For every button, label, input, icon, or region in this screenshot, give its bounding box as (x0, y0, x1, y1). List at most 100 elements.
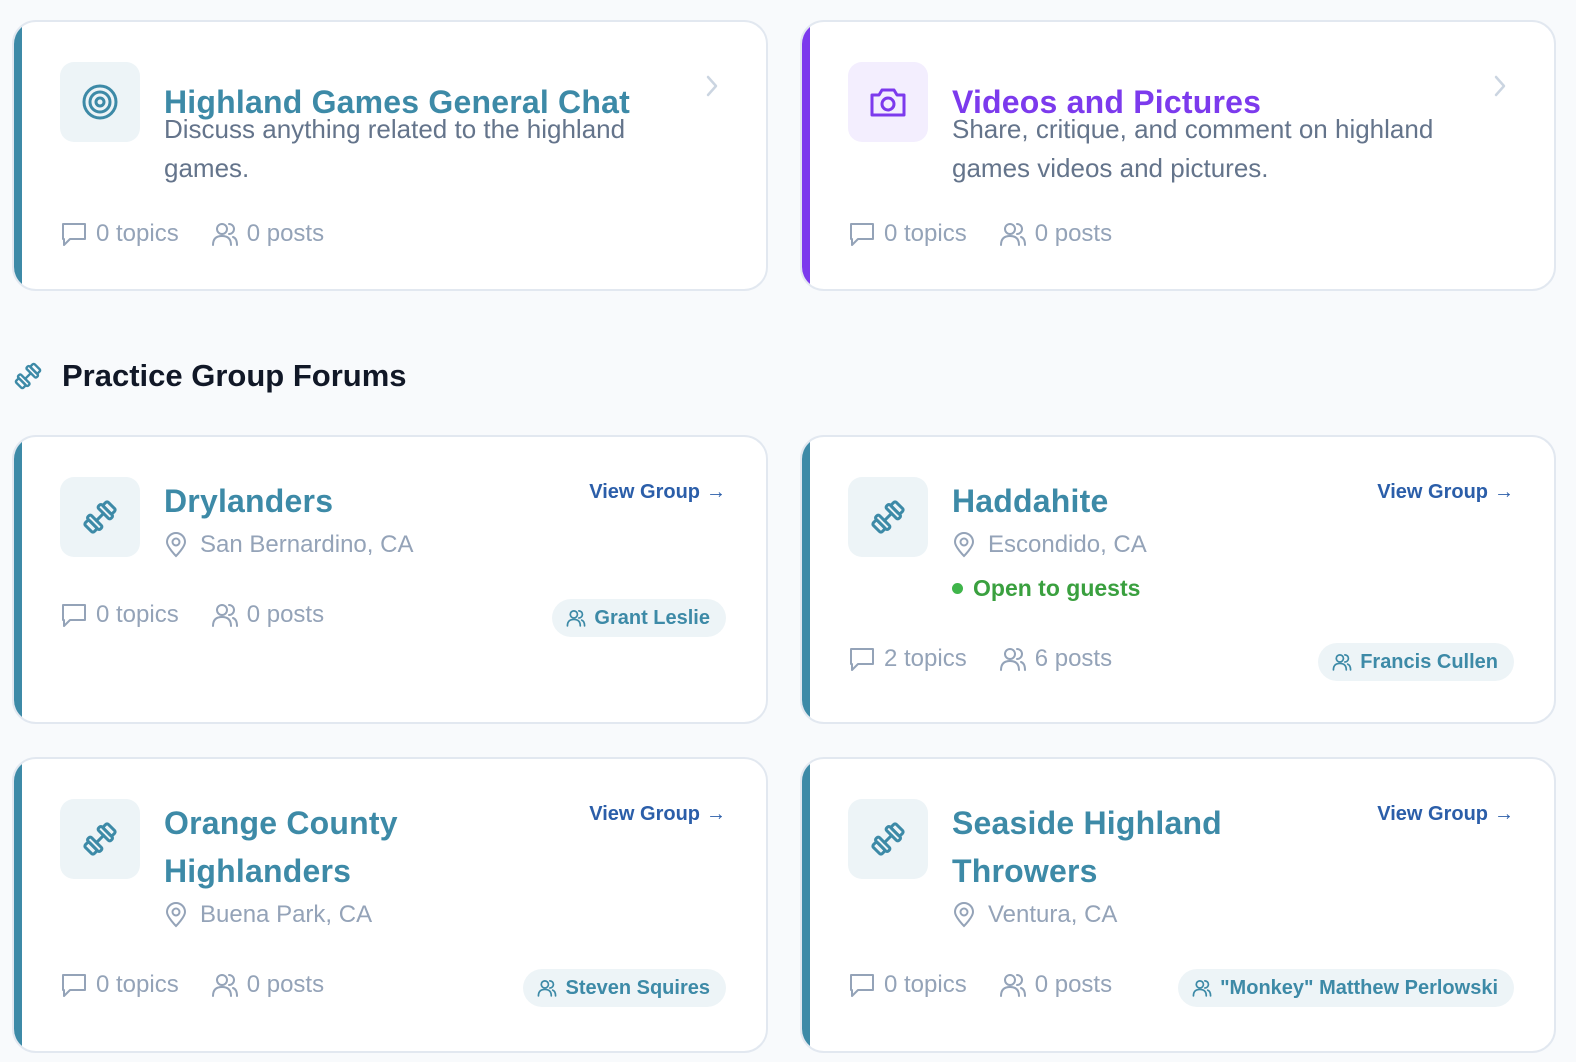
topics-count: 0 topics (96, 601, 179, 628)
topics-count: 0 topics (884, 220, 967, 247)
posts-count: 0 posts (246, 601, 325, 628)
location-text: Buena Park, CA (200, 901, 373, 928)
topics-stat: 0 topics (848, 220, 967, 248)
topics-stat: 0 topics (60, 971, 179, 999)
topics-stat: 0 topics (60, 220, 179, 248)
leader-badge[interactable]: Grant Leslie (552, 599, 726, 637)
dumbbell-icon (83, 500, 117, 534)
chat-bubble-icon (850, 648, 874, 671)
users-icon (1192, 980, 1212, 997)
view-group-link[interactable]: View Group → (589, 481, 726, 504)
dumbbell-icon (871, 822, 905, 856)
group-name-line-1: Orange County (164, 805, 398, 841)
group-icon-box (848, 477, 928, 557)
leader-name: Francis Cullen (1360, 650, 1498, 673)
topics-stat: 0 topics (848, 971, 967, 999)
topics-count: 2 topics (884, 645, 967, 672)
dumbbell-icon (14, 362, 42, 390)
group-location: San Bernardino, CA (164, 531, 413, 559)
group-card-haddahite[interactable]: Haddahite View Group → Escondido, CA Ope… (800, 435, 1556, 724)
location-text: Escondido, CA (988, 531, 1147, 558)
leader-badge[interactable]: Steven Squires (523, 969, 726, 1007)
arrow-right-icon: → (1494, 803, 1514, 825)
location-text: San Bernardino, CA (200, 531, 414, 558)
chat-bubble-icon (62, 974, 86, 997)
group-card-orange-county-highlanders[interactable]: Orange County Highlanders View Group → B… (12, 757, 768, 1053)
group-stats: 0 topics 0 posts (60, 601, 324, 629)
posts-count: 0 posts (246, 220, 325, 247)
leader-badge[interactable]: "Monkey" Matthew Perlowski (1178, 969, 1514, 1007)
users-icon (999, 223, 1026, 246)
arrow-right-icon: → (706, 803, 726, 825)
forum-card-general-chat[interactable]: Highland Games General Chat Discuss anyt… (12, 20, 768, 291)
posts-stat: 0 posts (999, 220, 1112, 248)
group-stats: 2 topics 6 posts (848, 645, 1112, 673)
topics-stat: 0 topics (60, 601, 179, 629)
group-name[interactable]: Drylanders (164, 477, 333, 525)
forum-description: Share, critique, and comment on highland… (952, 114, 1434, 183)
users-icon (211, 974, 238, 997)
group-name[interactable]: Seaside Highland Throwers (952, 799, 1222, 895)
group-card-seaside-highland-throwers[interactable]: Seaside Highland Throwers View Group → V… (800, 757, 1556, 1053)
map-pin-icon (953, 902, 975, 928)
group-name[interactable]: Haddahite (952, 477, 1109, 525)
users-icon (1332, 654, 1352, 671)
posts-count: 0 posts (1034, 220, 1113, 247)
forum-icon-box (60, 62, 140, 142)
view-group-link[interactable]: View Group → (589, 803, 726, 826)
group-name-line-2: Highlanders (164, 853, 352, 889)
camera-icon (870, 88, 906, 117)
users-icon (211, 223, 238, 246)
leader-name: "Monkey" Matthew Perlowski (1220, 976, 1498, 999)
map-pin-icon (165, 532, 187, 558)
arrow-right-icon: → (1494, 481, 1514, 503)
chevron-right-icon (706, 75, 718, 97)
chat-bubble-icon (850, 974, 874, 997)
dumbbell-icon (871, 500, 905, 534)
view-group-label: View Group (1377, 481, 1488, 503)
group-icon-box (848, 799, 928, 879)
arrow-right-icon: → (706, 481, 726, 503)
guest-status: Open to guests (952, 575, 1140, 602)
users-icon (211, 604, 238, 627)
group-name-line-2: Throwers (952, 853, 1098, 889)
users-icon (999, 974, 1026, 997)
chevron-right-icon (1494, 75, 1506, 97)
posts-stat: 6 posts (999, 645, 1112, 673)
view-group-label: View Group (589, 803, 700, 825)
group-location: Ventura, CA (952, 901, 1117, 929)
group-icon-box (60, 477, 140, 557)
posts-count: 6 posts (1034, 645, 1113, 672)
forum-stats: 0 topics 0 posts (848, 220, 1112, 248)
view-group-link[interactable]: View Group → (1377, 481, 1514, 504)
posts-count: 0 posts (1034, 971, 1113, 998)
chat-bubble-icon (62, 604, 86, 627)
group-name[interactable]: Orange County Highlanders (164, 799, 398, 895)
section-header: Practice Group Forums (12, 358, 407, 394)
status-dot (952, 583, 963, 594)
view-group-label: View Group (1377, 803, 1488, 825)
posts-stat: 0 posts (999, 971, 1112, 999)
group-stats: 0 topics 0 posts (848, 971, 1112, 999)
view-group-link[interactable]: View Group → (1377, 803, 1514, 826)
posts-count: 0 posts (246, 971, 325, 998)
dumbbell-icon (83, 822, 117, 856)
leader-name: Steven Squires (565, 976, 710, 999)
leader-badge[interactable]: Francis Cullen (1318, 643, 1514, 681)
map-pin-icon (165, 902, 187, 928)
map-pin-icon (953, 532, 975, 558)
guest-status-text: Open to guests (973, 575, 1141, 601)
forum-card-videos-pictures[interactable]: Videos and Pictures Share, critique, and… (800, 20, 1556, 291)
chat-bubble-icon (850, 223, 874, 246)
forum-description: Discuss anything related to the highland… (164, 114, 626, 183)
chat-bubble-icon (62, 223, 86, 246)
group-location: Buena Park, CA (164, 901, 372, 929)
users-icon (566, 610, 586, 627)
forum-stats: 0 topics 0 posts (60, 220, 324, 248)
view-group-label: View Group (589, 481, 700, 503)
section-title: Practice Group Forums (62, 358, 407, 393)
group-card-drylanders[interactable]: Drylanders View Group → San Bernardino, … (12, 435, 768, 724)
leader-name: Grant Leslie (594, 606, 710, 629)
posts-stat: 0 posts (211, 971, 324, 999)
topics-stat: 2 topics (848, 645, 967, 673)
